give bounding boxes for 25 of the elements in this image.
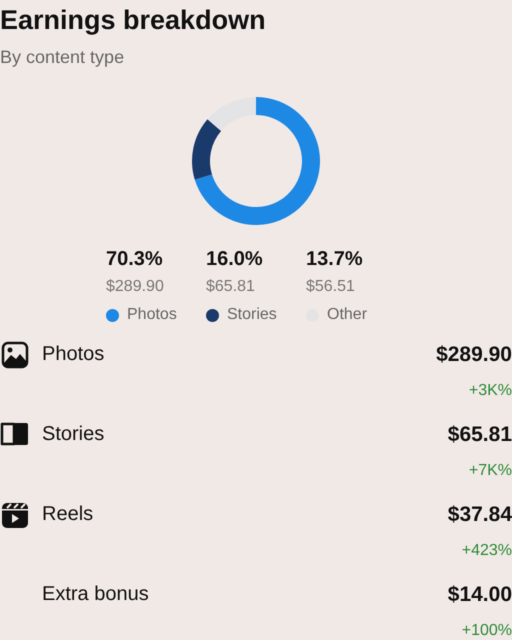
- title: Earnings breakdown: [0, 4, 267, 36]
- share-percent: 13.7%: [306, 247, 364, 271]
- share-amount: $65.81: [206, 277, 256, 297]
- book-icon: [0, 421, 30, 447]
- category-amount: $37.84: [448, 502, 512, 528]
- legend-label: Stories: [227, 305, 277, 325]
- share-amount: $289.90: [106, 277, 165, 297]
- growth-percent: +3K%: [468, 380, 512, 400]
- legend-label: Photos: [127, 305, 177, 325]
- share-amount: $56.51: [306, 277, 356, 297]
- category-name: Extra bonus: [42, 582, 149, 607]
- subtitle: By content type: [0, 46, 126, 69]
- growth-percent: +100%: [462, 620, 512, 640]
- legend-label: Other: [327, 305, 368, 325]
- image-icon: [1, 341, 29, 369]
- category-name: Reels: [42, 502, 94, 527]
- growth-percent: +7K%: [468, 460, 512, 480]
- category-amount: $14.00: [448, 582, 512, 608]
- category-amount: $65.81: [448, 422, 512, 448]
- share-percent: 70.3%: [106, 247, 164, 271]
- growth-percent: +423%: [462, 540, 512, 560]
- category-amount: $289.90: [436, 342, 512, 368]
- category-name: Stories: [42, 422, 104, 447]
- share-percent: 16.0%: [206, 247, 264, 271]
- category-name: Photos: [42, 342, 104, 367]
